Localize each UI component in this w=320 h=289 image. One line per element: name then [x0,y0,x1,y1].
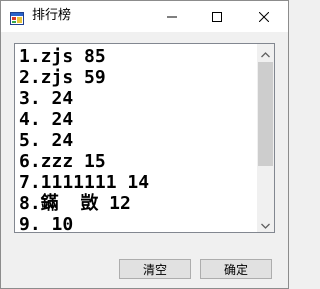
minimize-button[interactable] [149,1,194,32]
clear-button[interactable]: 清空 [119,259,191,279]
leaderboard-window: 排行榜 1.zjs 85 2.zjs 59 3. 24 4. 24 5. 24 … [0,0,289,289]
window-title: 排行榜 [32,8,72,23]
scroll-up-button[interactable] [257,44,274,61]
maximize-button[interactable] [194,1,239,32]
scroll-down-button[interactable] [257,215,274,232]
vertical-scrollbar[interactable] [257,44,274,232]
list-item[interactable]: 3. 24 [19,88,255,109]
list-item[interactable]: 7.1111111 14 [19,172,255,193]
list-item[interactable]: 9. 10 [19,214,255,232]
leaderboard-list: 1.zjs 85 2.zjs 59 3. 24 4. 24 5. 24 6.zz… [19,46,255,232]
app-window-icon [10,10,24,25]
list-item[interactable]: 1.zjs 85 [19,46,255,67]
maximize-icon [211,7,222,26]
minimize-icon [166,7,177,26]
list-item[interactable]: 2.zjs 59 [19,67,255,88]
list-item[interactable]: 8.鏋 敳 12 [19,193,255,214]
list-item[interactable]: 5. 24 [19,130,255,151]
ok-button[interactable]: 确定 [200,259,272,279]
close-icon [258,7,270,26]
chevron-down-icon [261,214,270,232]
close-button[interactable] [240,1,288,32]
leaderboard-listbox[interactable]: 1.zjs 85 2.zjs 59 3. 24 4. 24 5. 24 6.zz… [14,43,275,233]
title-bar[interactable]: 排行榜 [1,1,288,32]
scrollbar-thumb[interactable] [258,62,273,166]
list-item[interactable]: 4. 24 [19,109,255,130]
chevron-up-icon [261,44,270,62]
list-item[interactable]: 6.zzz 15 [19,151,255,172]
